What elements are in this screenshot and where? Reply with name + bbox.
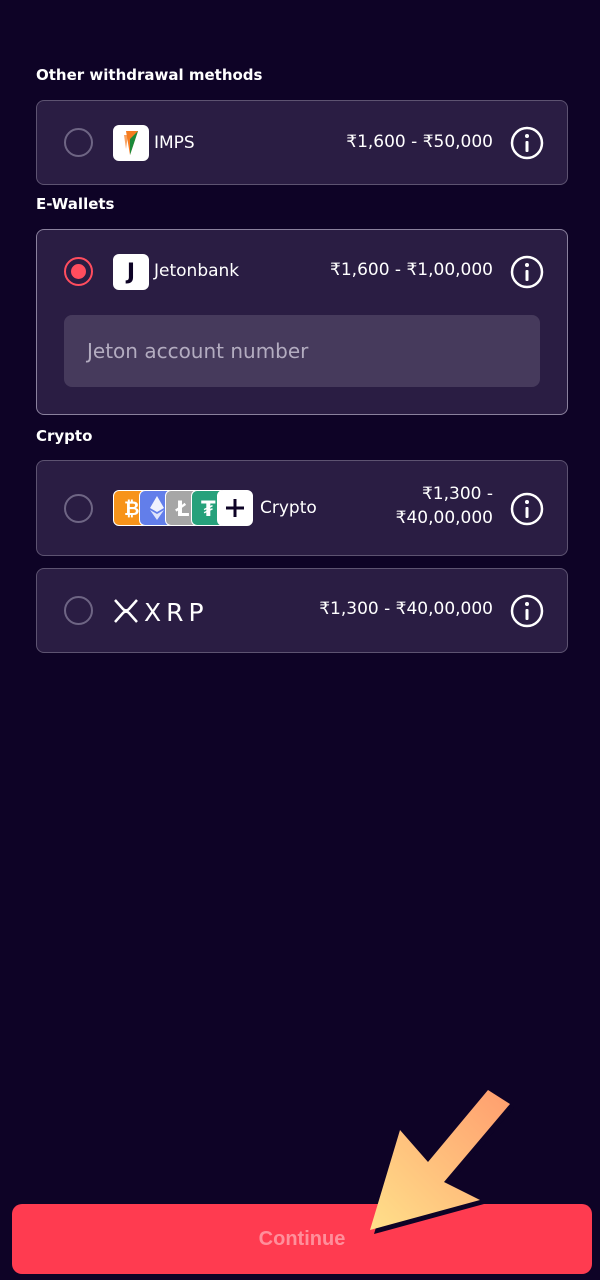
jeton-account-placeholder: Jeton account number [87,339,309,363]
jetonbank-logo-icon: J [113,254,149,290]
range-imps: ₹1,600 - ₹50,000 [346,132,493,152]
pointer-arrow-icon [360,1090,520,1244]
info-icon[interactable] [510,492,544,526]
range-crypto: ₹1,300 - ₹40,00,000 [396,482,493,530]
info-icon[interactable] [510,126,544,160]
radio-crypto[interactable] [64,494,93,523]
xrp-logo-icon: XRP [113,596,204,627]
svg-text:Ł: Ł [175,497,189,520]
method-name-jetonbank: Jetonbank [154,261,240,281]
info-icon[interactable] [510,255,544,289]
range-crypto-line1: ₹1,300 - [421,484,493,504]
xrp-logo-text: XRP [144,598,203,626]
method-card-imps[interactable]: IMPS ₹1,600 - ₹50,000 [36,100,568,185]
info-icon[interactable] [510,594,544,628]
method-card-xrp[interactable]: XRP ₹1,300 - ₹40,00,000 [36,568,568,653]
method-name-crypto: Crypto [260,498,317,518]
radio-jetonbank[interactable] [64,257,93,286]
radio-xrp[interactable] [64,596,93,625]
withdrawal-methods-screen: Other withdrawal methods IMPS ₹1,600 - ₹… [0,0,600,1280]
svg-text:₿: ₿ [124,498,139,519]
radio-imps[interactable] [64,128,93,157]
imps-logo-icon [113,125,149,161]
method-name-imps: IMPS [154,133,195,153]
plus-icon [217,490,253,526]
range-xrp: ₹1,300 - ₹40,00,000 [319,599,493,619]
jeton-account-input[interactable]: Jeton account number [64,315,540,387]
range-crypto-line2: ₹40,00,000 [395,508,493,528]
method-card-jetonbank[interactable]: J Jetonbank ₹1,600 - ₹1,00,000 Jeton acc… [36,229,568,415]
method-card-crypto[interactable]: ₿ Ł ₮ Crypto ₹1,300 - ₹40,00,000 [36,460,568,556]
section-title-ewallets: E-Wallets [36,195,115,213]
jetonbank-logo-letter: J [126,259,136,285]
svg-text:₮: ₮ [201,497,216,520]
section-title-other-methods: Other withdrawal methods [36,66,263,84]
range-jetonbank: ₹1,600 - ₹1,00,000 [330,260,493,280]
section-title-crypto: Crypto [36,427,93,445]
crypto-coins-logo: ₿ Ł ₮ [113,490,257,526]
